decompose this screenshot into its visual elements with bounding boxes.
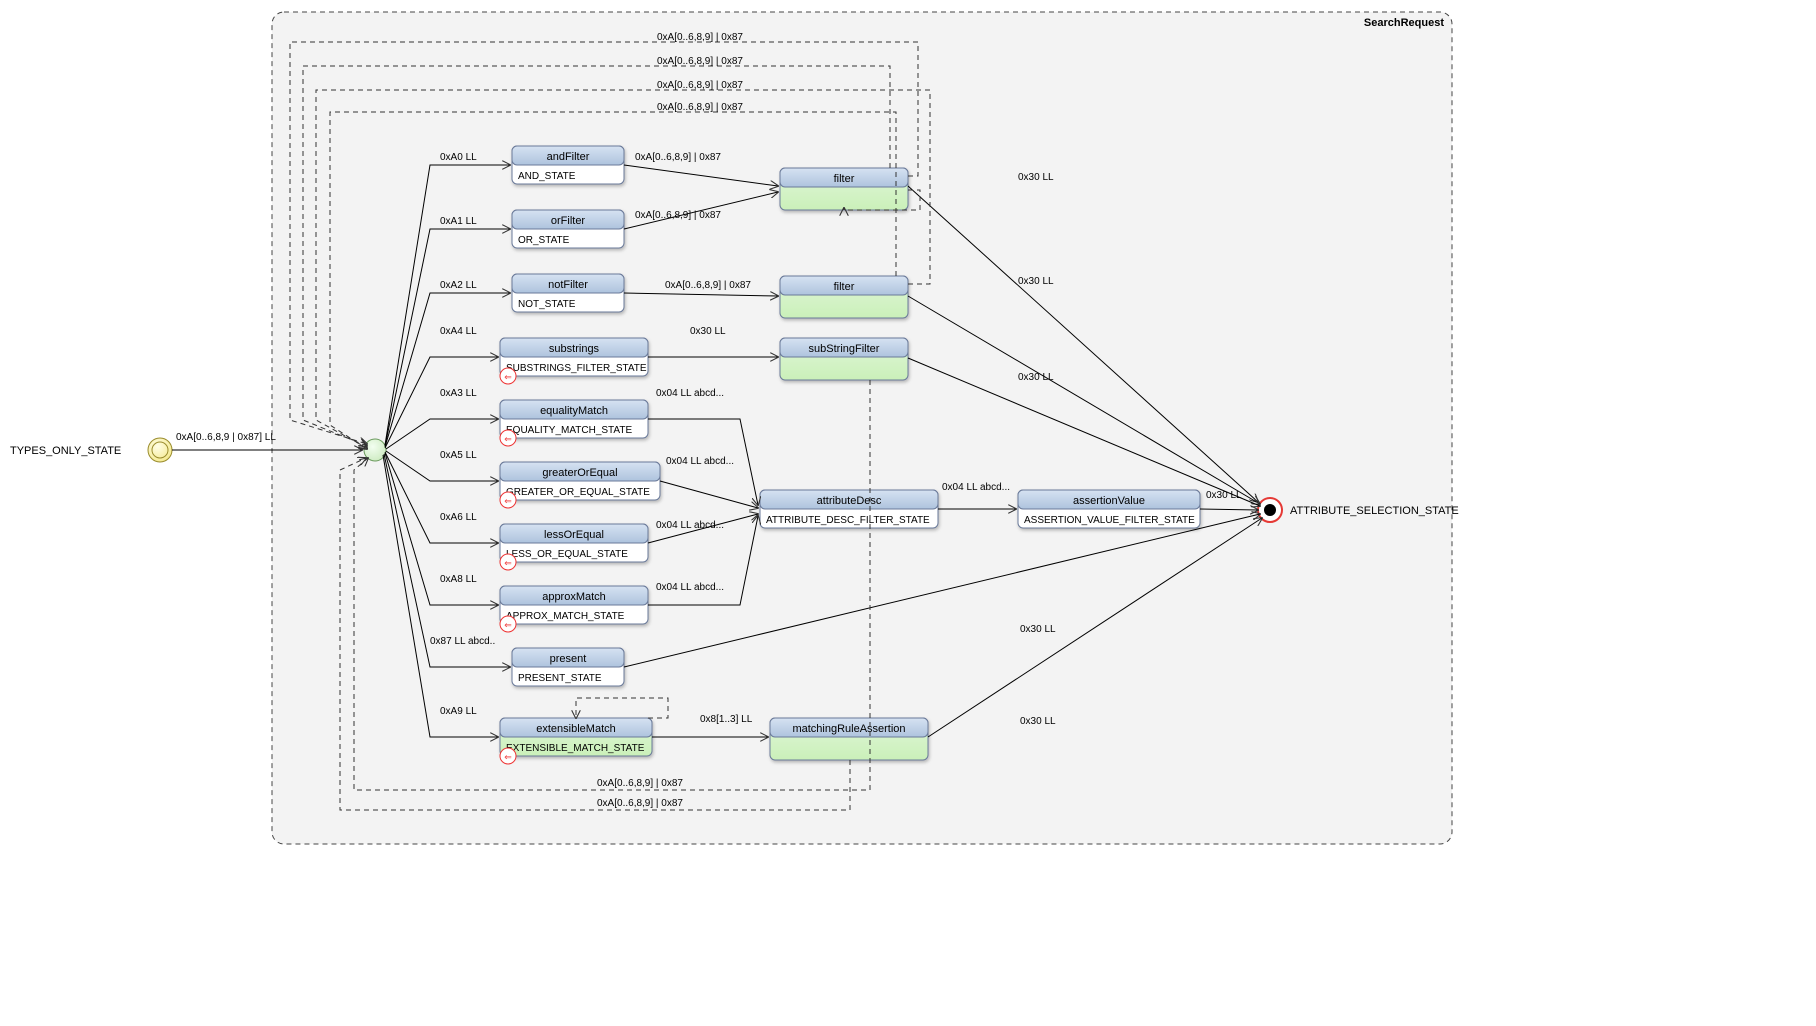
svg-text:0xA4 LL: 0xA4 LL xyxy=(440,326,477,337)
sublink-icon: ⇐ xyxy=(500,368,516,384)
node-sub: EQUALITY_MATCH_STATE xyxy=(506,425,632,436)
svg-text:0x87 LL abcd..: 0x87 LL abcd.. xyxy=(430,636,495,647)
state-attribute-desc: attributeDesc ATTRIBUTE_DESC_FILTER_STAT… xyxy=(760,490,938,528)
svg-text:0xA0 LL: 0xA0 LL xyxy=(440,152,477,163)
svg-text:0xA6 LL: 0xA6 LL xyxy=(440,512,477,523)
svg-text:0xA5 LL: 0xA5 LL xyxy=(440,450,477,461)
node-title: present xyxy=(550,653,587,665)
svg-text:⇐: ⇐ xyxy=(504,434,512,444)
state-filter-1: filter xyxy=(780,168,908,210)
sublink-icon: ⇐ xyxy=(500,616,516,632)
state-not-filter: notFilter NOT_STATE xyxy=(512,274,624,312)
svg-text:⇐: ⇐ xyxy=(504,752,512,762)
svg-text:0x04 LL abcd...: 0x04 LL abcd... xyxy=(656,388,724,399)
state-and-filter: andFilter AND_STATE xyxy=(512,146,624,184)
state-present: present PRESENT_STATE xyxy=(512,648,624,686)
node-title: extensibleMatch xyxy=(536,723,616,735)
svg-text:0xA[0..6,8,9] | 0x87: 0xA[0..6,8,9] | 0x87 xyxy=(665,280,751,291)
node-title: attributeDesc xyxy=(817,495,882,507)
sublink-icon: ⇐ xyxy=(500,554,516,570)
start-state-label: TYPES_ONLY_STATE xyxy=(10,445,121,457)
node-sub: OR_STATE xyxy=(518,235,570,246)
svg-text:0xA3 LL: 0xA3 LL xyxy=(440,388,477,399)
node-sub: ASSERTION_VALUE_FILTER_STATE xyxy=(1024,515,1195,526)
svg-text:0xA1 LL: 0xA1 LL xyxy=(440,216,477,227)
svg-text:0x30 LL: 0x30 LL xyxy=(690,326,726,337)
types-only-state: TYPES_ONLY_STATE xyxy=(10,438,172,462)
node-sub: AND_STATE xyxy=(518,171,576,182)
svg-text:⇐: ⇐ xyxy=(504,620,512,630)
svg-text:⇐: ⇐ xyxy=(504,496,512,506)
node-title: assertionValue xyxy=(1073,495,1145,507)
node-title: andFilter xyxy=(547,151,590,163)
svg-text:0x04 LL abcd...: 0x04 LL abcd... xyxy=(656,520,724,531)
svg-text:0x30 LL: 0x30 LL xyxy=(1018,172,1054,183)
state-assertion-value: assertionValue ASSERTION_VALUE_FILTER_ST… xyxy=(1018,490,1200,528)
svg-text:0x30 LL: 0x30 LL xyxy=(1206,490,1242,501)
svg-text:0xA8 LL: 0xA8 LL xyxy=(440,574,477,585)
state-filter-2: filter xyxy=(780,276,908,318)
node-title: filter xyxy=(834,281,855,293)
state-less-or-equal: lessOrEqual LESS_OR_EQUAL_STATE xyxy=(500,524,648,562)
node-title: orFilter xyxy=(551,215,586,227)
node-sub: PRESENT_STATE xyxy=(518,673,602,684)
svg-text:0xA[0..6,8,9] | 0x87: 0xA[0..6,8,9] | 0x87 xyxy=(597,798,683,809)
svg-text:0xA[0..6,8,9] | 0x87: 0xA[0..6,8,9] | 0x87 xyxy=(657,32,743,43)
state-substring-filter: subStringFilter xyxy=(780,338,908,380)
svg-text:0x8[1..3] LL: 0x8[1..3] LL xyxy=(700,714,753,725)
svg-text:0xA[0..6,8,9] | 0x87: 0xA[0..6,8,9] | 0x87 xyxy=(657,102,743,113)
sublink-icon: ⇐ xyxy=(500,430,516,446)
node-title: subStringFilter xyxy=(809,343,880,355)
node-sub: APPROX_MATCH_STATE xyxy=(506,611,625,622)
node-sub: ATTRIBUTE_DESC_FILTER_STATE xyxy=(766,515,930,526)
svg-text:0xA[0..6,8,9] | 0x87: 0xA[0..6,8,9] | 0x87 xyxy=(635,152,721,163)
svg-text:0xA9 LL: 0xA9 LL xyxy=(440,706,477,717)
state-matching-rule-assertion: matchingRuleAssertion xyxy=(770,718,928,760)
state-diagram: SearchRequest TYPES_ONLY_STATE ATTRIBUTE… xyxy=(0,0,1816,1026)
node-title: filter xyxy=(834,173,855,185)
svg-text:⇐: ⇐ xyxy=(504,558,512,568)
choice-node xyxy=(364,439,386,461)
edge-label-start: 0xA[0..6,8,9 | 0x87] LL xyxy=(176,432,276,443)
sublink-icon: ⇐ xyxy=(500,492,516,508)
state-approx-match: approxMatch APPROX_MATCH_STATE xyxy=(500,586,648,624)
container-title: SearchRequest xyxy=(1364,17,1444,29)
node-title: lessOrEqual xyxy=(544,529,604,541)
node-title: notFilter xyxy=(548,279,588,291)
svg-text:0xA[0..6,8,9] | 0x87: 0xA[0..6,8,9] | 0x87 xyxy=(635,210,721,221)
state-greater-or-equal: greaterOrEqual GREATER_OR_EQUAL_STATE xyxy=(500,462,660,500)
svg-text:0x04 LL abcd...: 0x04 LL abcd... xyxy=(666,456,734,467)
node-sub: NOT_STATE xyxy=(518,299,576,310)
svg-text:0x30 LL: 0x30 LL xyxy=(1018,372,1054,383)
svg-text:0xA[0..6,8,9] | 0x87: 0xA[0..6,8,9] | 0x87 xyxy=(657,80,743,91)
node-title: approxMatch xyxy=(542,591,606,603)
node-title: equalityMatch xyxy=(540,405,608,417)
end-state-label: ATTRIBUTE_SELECTION_STATE xyxy=(1290,505,1459,517)
svg-text:0x30 LL: 0x30 LL xyxy=(1020,716,1056,727)
svg-text:0x30 LL: 0x30 LL xyxy=(1020,624,1056,635)
svg-text:0x30 LL: 0x30 LL xyxy=(1018,276,1054,287)
state-or-filter: orFilter OR_STATE xyxy=(512,210,624,248)
svg-text:⇐: ⇐ xyxy=(504,372,512,382)
svg-text:0xA[0..6,8,9] | 0x87: 0xA[0..6,8,9] | 0x87 xyxy=(657,56,743,67)
svg-text:0x04 LL abcd...: 0x04 LL abcd... xyxy=(656,582,724,593)
svg-text:0x04 LL abcd...: 0x04 LL abcd... xyxy=(942,482,1010,493)
state-substrings: substrings SUBSTRINGS_FILTER_STATE xyxy=(500,338,648,376)
node-sub: GREATER_OR_EQUAL_STATE xyxy=(506,487,650,498)
node-title: substrings xyxy=(549,343,600,355)
node-title: greaterOrEqual xyxy=(542,467,617,479)
sublink-icon: ⇐ xyxy=(500,748,516,764)
svg-text:0xA[0..6,8,9] | 0x87: 0xA[0..6,8,9] | 0x87 xyxy=(597,778,683,789)
state-extensible-match: extensibleMatch EXTENSIBLE_MATCH_STATE xyxy=(500,718,652,756)
node-title: matchingRuleAssertion xyxy=(792,723,905,735)
node-sub: EXTENSIBLE_MATCH_STATE xyxy=(506,743,645,754)
node-sub: LESS_OR_EQUAL_STATE xyxy=(506,549,628,560)
svg-text:0xA2 LL: 0xA2 LL xyxy=(440,280,477,291)
state-equality-match: equalityMatch EQUALITY_MATCH_STATE xyxy=(500,400,648,438)
node-sub: SUBSTRINGS_FILTER_STATE xyxy=(506,363,647,374)
